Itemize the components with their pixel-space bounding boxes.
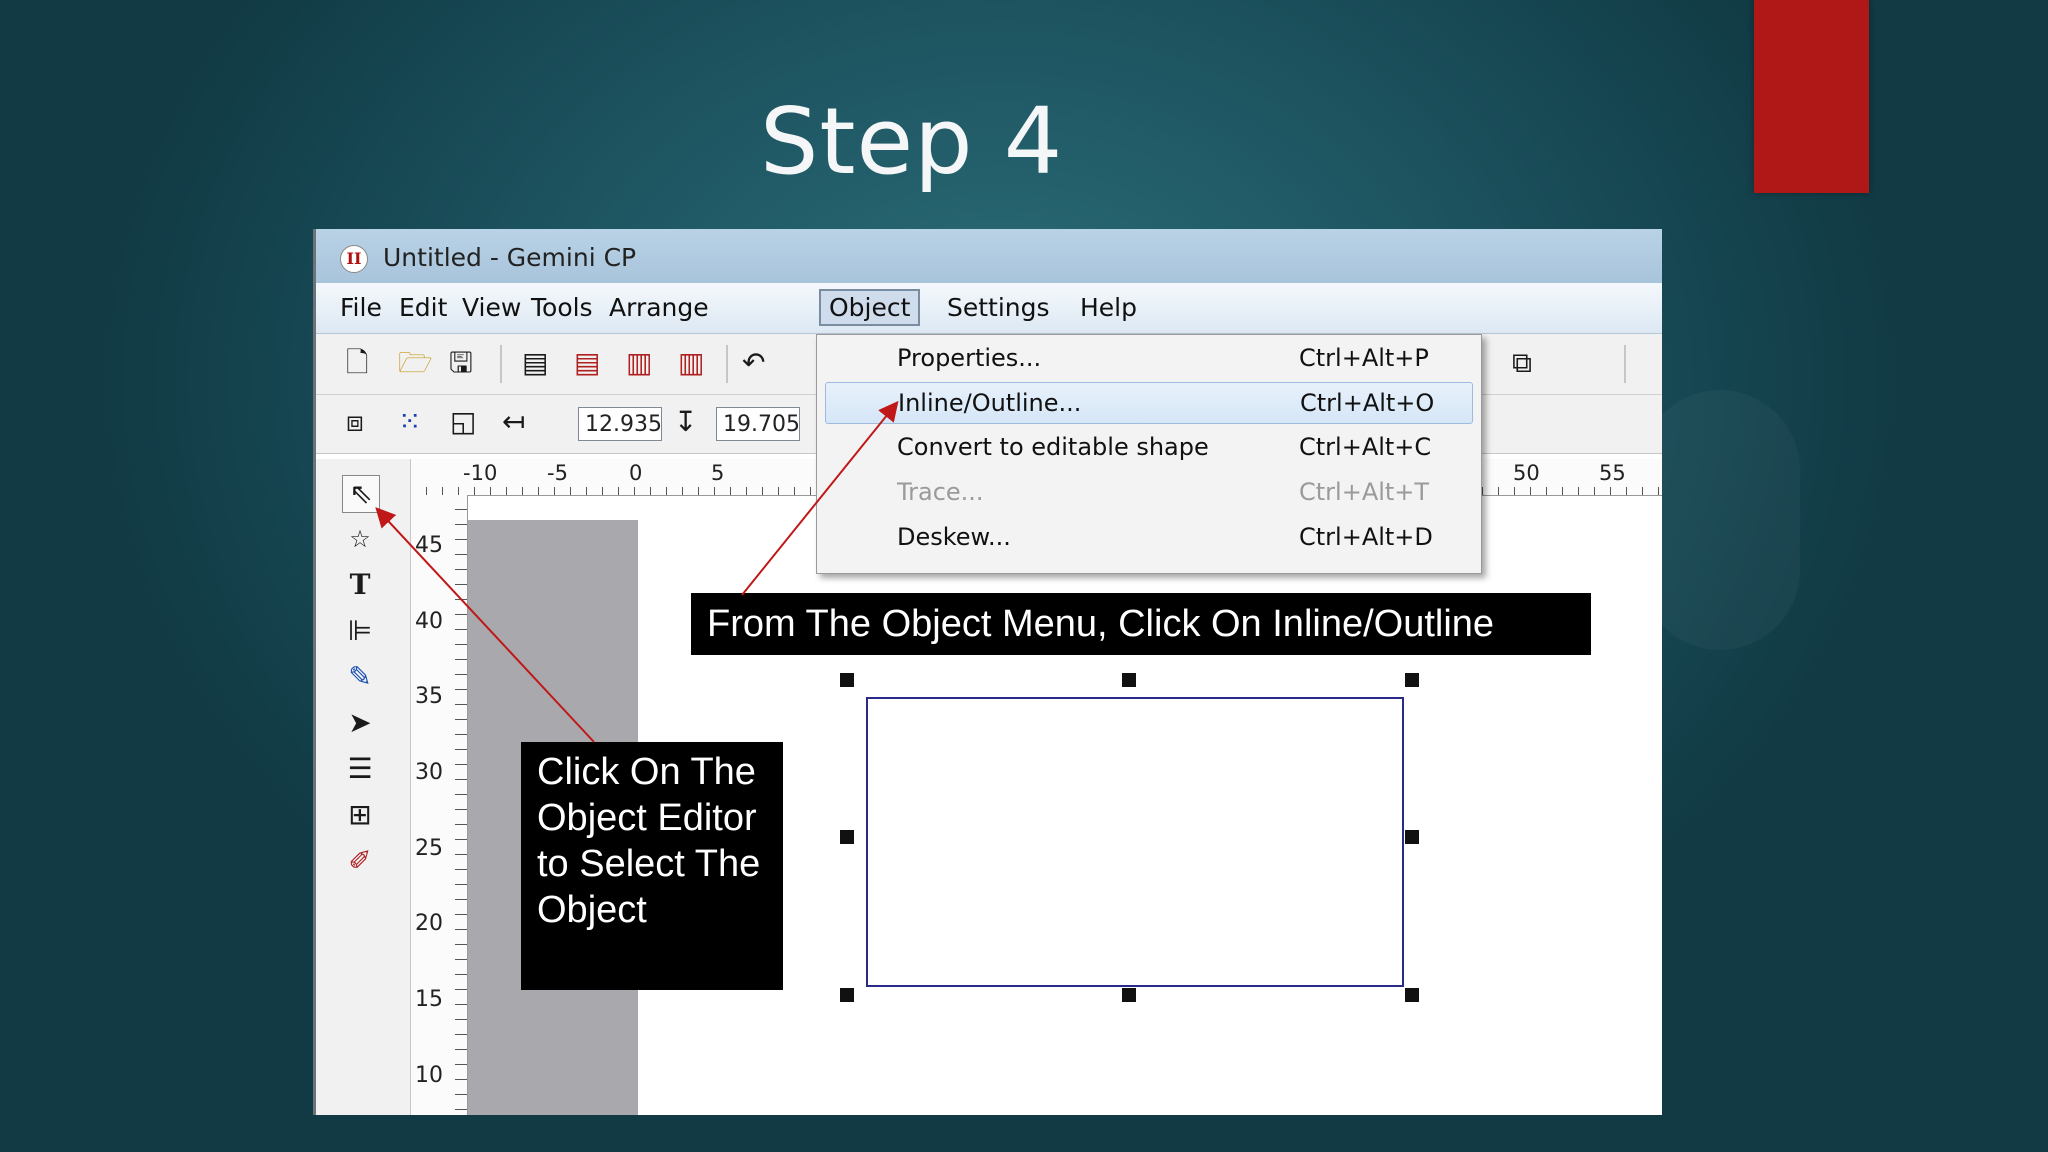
menu-item-inline-outline[interactable]: Inline/Outline... Ctrl+Alt+O <box>825 382 1473 424</box>
menu-settings[interactable]: Settings <box>939 291 1058 324</box>
align-left-icon[interactable]: ▤ <box>522 348 548 378</box>
resize-handle-top-left[interactable] <box>840 673 854 687</box>
ruler-label: 25 <box>415 836 443 861</box>
save-icon[interactable]: 🖫 <box>449 348 473 378</box>
ruler-label: 55 <box>1599 461 1626 485</box>
frame-icon[interactable]: ⧈ <box>346 407 364 437</box>
resize-handle-bottom-left[interactable] <box>840 988 854 1002</box>
y-position-field[interactable]: 19.705 <box>716 407 800 441</box>
callout-object-editor: Click On The Object Editor to Select The… <box>521 742 783 990</box>
resize-handle-bottom[interactable] <box>1122 988 1136 1002</box>
app-logo-icon: II <box>340 245 368 273</box>
menu-view[interactable]: View <box>454 291 529 324</box>
ruler-label: 20 <box>415 911 443 936</box>
toolbox: ⇖ ☆ T ⊫ ✎ ➤ ☰ ⊞ ✐ <box>316 459 411 1115</box>
toolbar-separator <box>1624 345 1626 383</box>
lines-icon[interactable]: ☰ <box>342 751 378 787</box>
node-edit-icon[interactable]: ➤ <box>342 705 378 741</box>
callout-object-menu: From The Object Menu, Click On Inline/Ou… <box>691 593 1591 655</box>
eyedropper-icon[interactable]: ✐ <box>342 843 378 879</box>
menu-item-convert-editable[interactable]: Convert to editable shape Ctrl+Alt+C <box>825 427 1471 467</box>
ruler-label: 0 <box>629 461 643 485</box>
align-top-icon[interactable]: ▥ <box>626 348 652 378</box>
ruler-label: 50 <box>1513 461 1540 485</box>
pointer-arrow-icon[interactable]: ⇖ <box>342 475 380 513</box>
align-bottom-icon[interactable]: ▥ <box>678 348 704 378</box>
y-position-icon: ↧ <box>674 405 698 438</box>
shapes-icon[interactable]: ☆ <box>342 521 378 557</box>
grid-dots-icon[interactable]: ⁙ <box>398 407 421 437</box>
ruler-label: 10 <box>415 1063 443 1088</box>
ruler-label: 35 <box>415 684 443 709</box>
menu-tools[interactable]: Tools <box>523 291 601 324</box>
open-folder-icon[interactable]: 🗁 <box>398 348 433 378</box>
menu-file[interactable]: File <box>332 291 390 324</box>
ruler-label: 30 <box>415 760 443 785</box>
window-title: Untitled - Gemini CP <box>383 243 637 272</box>
menu-arrange[interactable]: Arrange <box>601 291 717 324</box>
resize-handle-right[interactable] <box>1405 830 1419 844</box>
menu-bar: File Edit View Tools Arrange Object Sett… <box>316 283 1662 334</box>
slide-title: Step 4 <box>760 88 1064 195</box>
resize-icon[interactable]: ◱ <box>450 407 476 437</box>
menu-help[interactable]: Help <box>1072 291 1145 324</box>
ruler-label: 45 <box>415 533 443 558</box>
ruler-label: -5 <box>547 461 568 485</box>
undo-icon[interactable]: ↶ <box>742 348 765 378</box>
grid-icon[interactable]: ⊞ <box>342 797 378 833</box>
menu-item-deskew[interactable]: Deskew... Ctrl+Alt+D <box>825 517 1471 557</box>
background-decoration <box>1640 390 1800 650</box>
title-bar[interactable]: II Untitled - Gemini CP <box>316 229 1662 283</box>
toolbar-separator <box>726 345 728 383</box>
resize-handle-top[interactable] <box>1122 673 1136 687</box>
x-position-field[interactable]: 12.935 <box>578 407 662 441</box>
accent-block <box>1754 0 1869 193</box>
menu-edit[interactable]: Edit <box>391 291 455 324</box>
combine-shapes-icon[interactable]: ⧉ <box>1512 348 1532 378</box>
ruler-label: 40 <box>415 609 443 634</box>
text-icon[interactable]: T <box>342 567 378 603</box>
menu-object[interactable]: Object <box>819 289 921 326</box>
menu-item-trace: Trace... Ctrl+Alt+T <box>897 478 1430 506</box>
toolbar-separator <box>500 345 502 383</box>
resize-handle-left[interactable] <box>840 830 854 844</box>
ruler-label: 5 <box>711 461 725 485</box>
menu-item-properties[interactable]: Properties... Ctrl+Alt+P <box>825 338 1471 378</box>
resize-handle-top-right[interactable] <box>1405 673 1419 687</box>
pen-icon[interactable]: ✎ <box>342 659 378 695</box>
app-window: II Untitled - Gemini CP File Edit View T… <box>313 229 1662 1115</box>
new-file-icon[interactable]: 🗋 <box>346 348 369 378</box>
object-menu-dropdown: Properties... Ctrl+Alt+P Inline/Outline.… <box>816 334 1482 574</box>
resize-handle-bottom-right[interactable] <box>1405 988 1419 1002</box>
selected-rectangle[interactable] <box>866 697 1404 987</box>
ruler-label: -10 <box>463 461 498 485</box>
x-position-icon: ↤ <box>502 405 526 438</box>
align-center-icon[interactable]: ▤ <box>574 348 600 378</box>
align-icon[interactable]: ⊫ <box>342 613 378 649</box>
ruler-label: 15 <box>415 987 443 1012</box>
vertical-ruler: 45 40 35 30 25 20 15 10 <box>411 495 468 1115</box>
